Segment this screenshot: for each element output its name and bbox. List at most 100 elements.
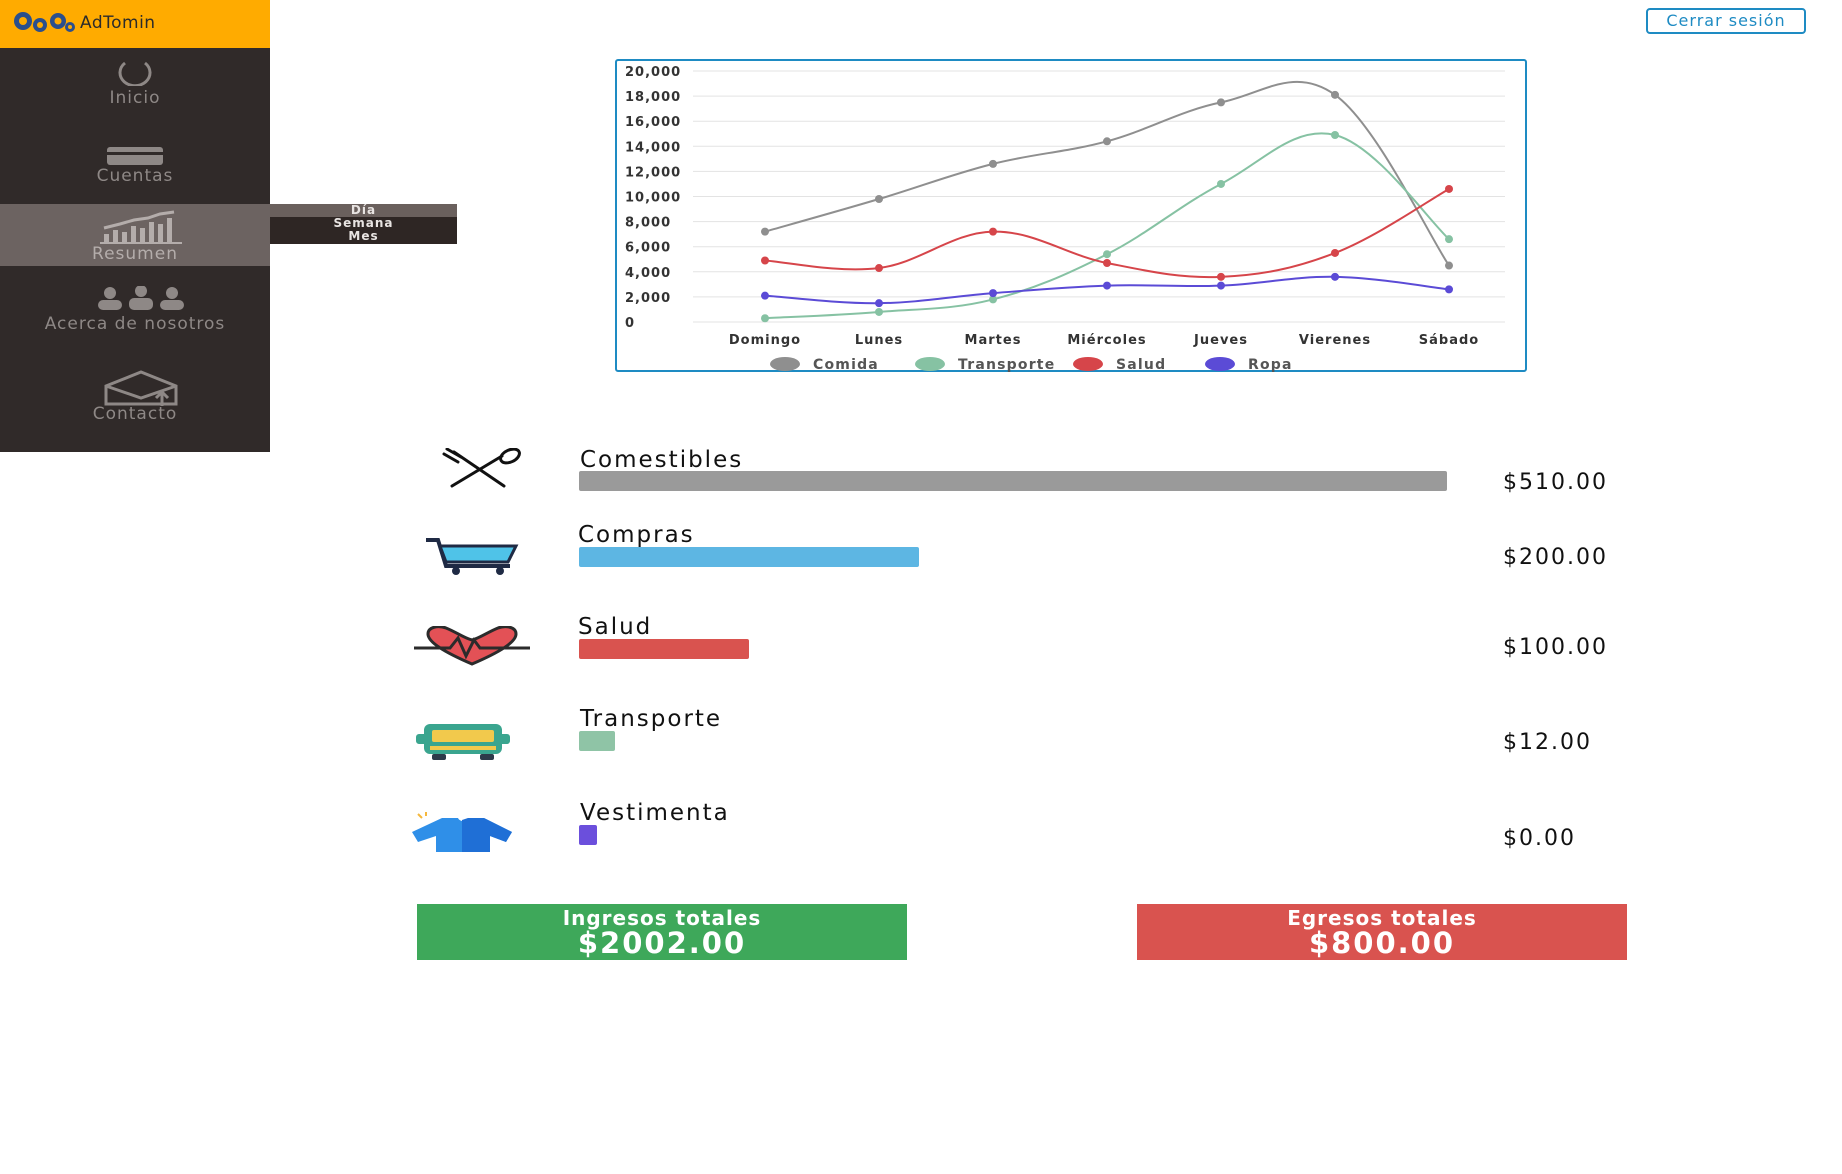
category-name: Comestibles — [580, 447, 744, 473]
data-point[interactable] — [761, 256, 769, 265]
shirt-icon — [412, 812, 512, 852]
y-tick-label: 4,000 — [625, 266, 671, 281]
data-point[interactable] — [761, 291, 769, 300]
expenses-total-card: Egresos totales $800.00 — [1137, 904, 1627, 960]
expenses-total-value: $800.00 — [1308, 926, 1456, 960]
brand-name: AdTomin — [80, 13, 156, 33]
x-tick-label: Jueves — [1193, 333, 1248, 348]
data-point[interactable] — [761, 227, 769, 236]
data-point[interactable] — [1217, 272, 1225, 281]
y-tick-label: 10,000 — [625, 191, 681, 206]
heart-icon — [414, 626, 530, 666]
legend-swatch[interactable] — [1073, 357, 1103, 371]
sidebar-item-inicio[interactable]: Inicio — [0, 48, 270, 128]
logout-button[interactable]: Cerrar sesión — [1646, 8, 1806, 34]
brand-header[interactable]: AdTomin — [0, 0, 270, 48]
expenses-line-chart: 20,000 18,000 16,000 14,000 12,000 10,000 8,00… — [625, 65, 1505, 372]
sidebar-item-label: Acerca de nosotros — [44, 314, 226, 334]
category-amount: $200.00 — [1503, 545, 1608, 570]
data-point[interactable] — [1445, 235, 1453, 244]
card-icon — [107, 147, 163, 165]
data-point[interactable] — [875, 264, 883, 273]
cart-icon — [426, 538, 519, 575]
category-name: Vestimenta — [580, 800, 730, 826]
data-point[interactable] — [1103, 259, 1111, 268]
category-bar — [579, 639, 750, 659]
data-point[interactable] — [875, 299, 883, 308]
team-icon — [98, 286, 184, 310]
power-icon — [118, 61, 152, 86]
data-point[interactable] — [1217, 98, 1225, 107]
y-tick-label: 12,000 — [625, 165, 681, 180]
category-amount: $510.00 — [1503, 470, 1608, 495]
category-bar — [579, 547, 920, 567]
legend-label[interactable]: Ropa — [1248, 357, 1293, 372]
series-line-transporte — [764, 132, 1450, 320]
category-amount: $12.00 — [1503, 730, 1592, 755]
legend-label[interactable]: Transporte — [958, 357, 1055, 372]
data-point[interactable] — [1217, 179, 1225, 188]
category-bar — [579, 731, 615, 751]
bus-icon — [416, 724, 510, 760]
data-point[interactable] — [989, 289, 997, 298]
data-point[interactable] — [1103, 137, 1111, 146]
data-point[interactable] — [1445, 184, 1453, 193]
data-point[interactable] — [875, 307, 883, 316]
submenu-item-mes[interactable]: Mes — [270, 230, 457, 243]
data-point[interactable] — [1217, 281, 1225, 290]
data-point[interactable] — [1331, 131, 1339, 140]
income-total-card: Ingresos totales $2002.00 — [417, 904, 907, 960]
x-tick-label: Miércoles — [1067, 333, 1146, 348]
fork-spoon-icon — [442, 448, 521, 488]
data-point[interactable] — [1103, 281, 1111, 290]
category-name: Compras — [578, 522, 695, 548]
chart-icon — [100, 210, 182, 244]
sidebar-item-label: Resumen — [92, 244, 178, 264]
legend-label[interactable]: Comida — [813, 357, 879, 372]
x-tick-label: Lunes — [855, 333, 903, 348]
series-line-ropa — [764, 275, 1450, 305]
category-bar — [579, 825, 597, 845]
x-tick-label: Martes — [965, 333, 1022, 348]
sidebar-item-label: Contacto — [92, 404, 178, 424]
data-point[interactable] — [1445, 261, 1453, 270]
data-point[interactable] — [1331, 90, 1339, 99]
data-point[interactable] — [1331, 272, 1339, 281]
sidebar-item-resumen[interactable]: Resumen — [0, 204, 270, 266]
sidebar-item-contacto[interactable]: Contacto — [0, 362, 270, 452]
sidebar-item-label: Inicio — [109, 88, 161, 108]
data-point[interactable] — [989, 227, 997, 236]
y-tick-label: 6,000 — [625, 241, 671, 256]
data-point[interactable] — [875, 195, 883, 204]
sidebar: AdTomin Inicio Cuentas Resumen Acerca de… — [0, 0, 270, 452]
data-point[interactable] — [1445, 285, 1453, 294]
legend-swatch[interactable] — [1205, 357, 1235, 371]
mail-icon — [104, 370, 178, 406]
income-total-value: $2002.00 — [577, 926, 747, 960]
y-tick-label: 16,000 — [625, 115, 681, 130]
y-tick-label: 20,000 — [625, 65, 681, 80]
legend-label[interactable]: Salud — [1116, 357, 1166, 372]
category-bar — [579, 471, 1447, 491]
data-point[interactable] — [761, 314, 769, 323]
sidebar-item-acerca[interactable]: Acerca de nosotros — [0, 266, 270, 362]
category-name: Transporte — [580, 706, 723, 732]
data-point[interactable] — [989, 159, 997, 168]
gears-logo-icon — [14, 12, 75, 32]
category-amount: $100.00 — [1503, 635, 1608, 660]
y-tick-label: 8,000 — [625, 216, 671, 231]
data-point[interactable] — [1103, 250, 1111, 259]
data-point[interactable] — [1331, 248, 1339, 257]
x-tick-label: Vierenes — [1299, 333, 1371, 348]
category-name: Salud — [578, 614, 653, 640]
x-tick-label: Sábado — [1419, 333, 1479, 348]
y-tick-label: 14,000 — [625, 140, 681, 155]
category-amount: $0.00 — [1503, 826, 1576, 851]
sidebar-item-cuentas[interactable]: Cuentas — [0, 128, 270, 204]
legend-swatch[interactable] — [915, 357, 945, 371]
sidebar-item-label: Cuentas — [96, 166, 174, 186]
resumen-submenu: Día Semana Mes — [270, 204, 457, 244]
y-tick-label: 18,000 — [625, 90, 681, 105]
series-line-comida — [764, 80, 1450, 267]
legend-swatch[interactable] — [770, 357, 800, 371]
